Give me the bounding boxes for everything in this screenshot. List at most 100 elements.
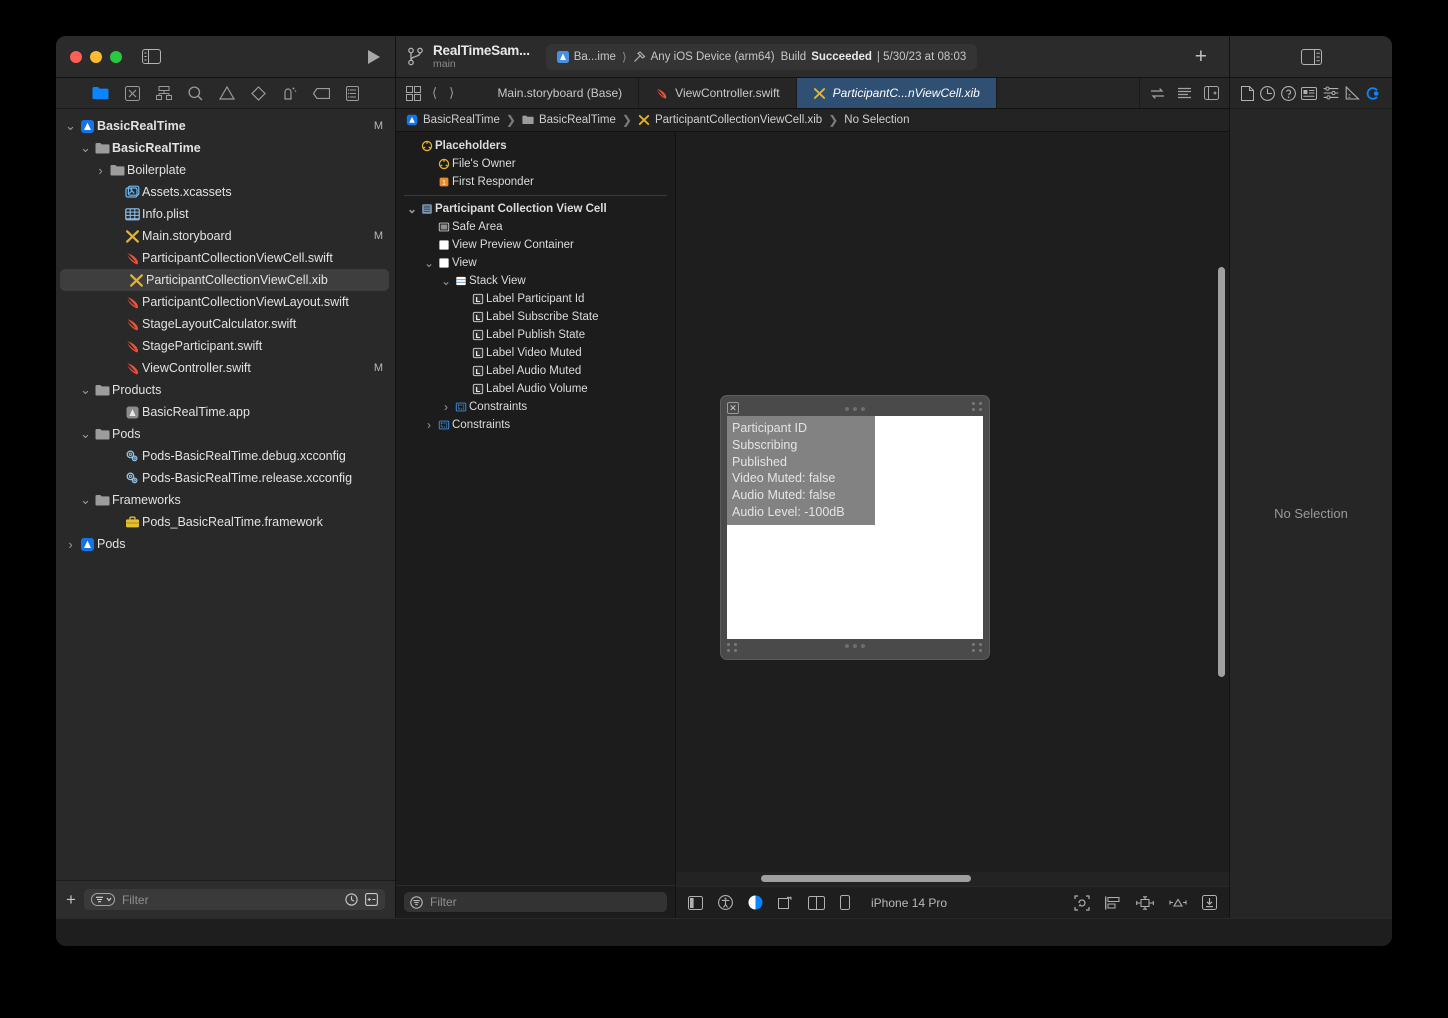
embed-in-icon[interactable] <box>1202 895 1217 910</box>
breadcrumb-item[interactable]: BasicRealTime <box>522 114 616 126</box>
resolve-issues-icon[interactable] <box>1169 896 1187 909</box>
file-tree-row[interactable]: ⌄Frameworks <box>56 489 395 511</box>
device-name-label[interactable]: iPhone 14 Pro <box>871 896 947 910</box>
debug-icon[interactable] <box>282 86 297 101</box>
chevron-down-icon[interactable]: ⌄ <box>406 206 418 213</box>
file-inspector-icon[interactable] <box>1241 86 1254 101</box>
drag-handle-dots-bottom[interactable] <box>845 644 865 648</box>
file-tree-row[interactable]: Pods-BasicRealTime.debug.xcconfig <box>56 445 395 467</box>
file-tree-row[interactable]: ›Pods <box>56 533 395 555</box>
assistant-editor-icon[interactable] <box>1150 87 1165 100</box>
identity-inspector-icon[interactable] <box>1301 87 1317 100</box>
traffic-lights[interactable] <box>70 51 122 63</box>
file-tree-row[interactable]: StageLayoutCalculator.swift <box>56 313 395 335</box>
chevron-down-icon[interactable]: ⌄ <box>79 496 92 504</box>
breadcrumb-item[interactable]: No Selection <box>844 114 909 126</box>
editor-tabs[interactable]: Main.storyboard (Base)ViewController.swi… <box>464 78 1139 108</box>
warning-icon[interactable] <box>219 86 235 100</box>
outline-row[interactable]: LLabel Participant Id <box>396 290 675 308</box>
forward-icon[interactable]: ⟩ <box>449 85 454 101</box>
editor-tab-active[interactable]: ParticipantC...nViewCell.xib <box>797 78 997 108</box>
show-view-as-icon[interactable] <box>688 896 703 910</box>
scheme-branch-block[interactable]: RealTimeSam... main <box>433 43 530 71</box>
breadcrumb-item[interactable]: BasicRealTime <box>406 114 500 126</box>
outline-row[interactable]: 1First Responder <box>396 173 675 191</box>
outline-row[interactable]: LLabel Publish State <box>396 326 675 344</box>
chevron-right-icon[interactable]: › <box>440 400 452 414</box>
scheme-selector[interactable]: Ba...ime <box>557 51 616 63</box>
editor-tab[interactable]: Main.storyboard (Base) <box>464 78 639 108</box>
accessibility-icon[interactable] <box>718 895 733 910</box>
outline-row[interactable]: ⌄Participant Collection View Cell <box>396 200 675 218</box>
test-icon[interactable] <box>251 86 266 101</box>
outline-row[interactable]: LLabel Audio Volume <box>396 380 675 398</box>
outline-row[interactable]: ›Constraints <box>396 398 675 416</box>
toggle-inspector-icon[interactable] <box>1301 49 1322 65</box>
outline-row[interactable]: File's Owner <box>396 155 675 173</box>
file-tree-row[interactable]: ⌄BasicRealTime <box>56 137 395 159</box>
minimize-window-button[interactable] <box>90 51 102 63</box>
outline-row[interactable]: ›Constraints <box>396 416 675 434</box>
filter-dropdown-icon[interactable] <box>91 893 115 906</box>
resize-handles-top-right[interactable] <box>972 402 983 411</box>
drag-handle-dots[interactable] <box>845 407 865 411</box>
outline-row[interactable]: LLabel Video Muted <box>396 344 675 362</box>
canvas-horizontal-scroll-track[interactable] <box>676 872 1229 886</box>
file-tree-row[interactable]: ParticipantCollectionViewCell.swift <box>56 247 395 269</box>
minimap-icon[interactable] <box>1177 87 1192 100</box>
resize-handles-bottom-left[interactable] <box>727 643 738 652</box>
add-file-button[interactable]: + <box>66 891 76 908</box>
add-assistant-editor-icon[interactable] <box>1204 86 1219 100</box>
navigator-filter-input[interactable]: Filter <box>84 889 385 910</box>
file-tree-row-selected[interactable]: ParticipantCollectionViewCell.xib <box>60 269 389 291</box>
chevron-right-icon[interactable]: › <box>423 418 435 432</box>
outline-row[interactable]: ⌄View <box>396 254 675 272</box>
editor-tab[interactable]: ViewController.swift <box>639 78 796 108</box>
file-tree-row[interactable]: BasicRealTime.app <box>56 401 395 423</box>
file-tree-row[interactable]: ⌄Products <box>56 379 395 401</box>
chevron-right-icon[interactable]: › <box>94 163 107 178</box>
document-outline-tree[interactable]: PlaceholdersFile's Owner1First Responder… <box>396 132 675 885</box>
chevron-down-icon[interactable]: ⌄ <box>440 278 452 285</box>
orientation-icon[interactable] <box>778 895 793 910</box>
folder-icon[interactable] <box>92 86 109 100</box>
resize-handles-bottom-right[interactable] <box>972 643 983 652</box>
file-tree-row[interactable]: Assets.xcassets <box>56 181 395 203</box>
size-inspector-icon[interactable] <box>1345 86 1360 100</box>
toggle-navigator-icon[interactable] <box>142 49 161 64</box>
outline-row[interactable]: LLabel Audio Muted <box>396 362 675 380</box>
file-tree-row[interactable]: StageParticipant.swift <box>56 335 395 357</box>
update-frames-icon[interactable] <box>1074 895 1090 911</box>
file-tree-row[interactable]: ⌄BasicRealTimeM <box>56 115 395 137</box>
breakpoint-icon[interactable] <box>313 88 330 99</box>
file-tree-row[interactable]: ⌄Pods <box>56 423 395 445</box>
outline-filter-input[interactable]: Filter <box>404 892 667 912</box>
file-tree-row[interactable]: ›Boilerplate <box>56 159 395 181</box>
report-icon[interactable] <box>346 86 359 101</box>
quick-help-icon[interactable] <box>1281 86 1296 101</box>
outline-row[interactable]: Safe Area <box>396 218 675 236</box>
file-tree-row[interactable]: ViewController.swiftM <box>56 357 395 379</box>
source-control-filter-icon[interactable] <box>365 893 378 906</box>
chevron-down-icon[interactable]: ⌄ <box>423 260 435 267</box>
file-tree-row[interactable]: Pods-BasicRealTime.release.xcconfig <box>56 467 395 489</box>
editor-grid-icon[interactable] <box>406 86 421 101</box>
connections-inspector-icon[interactable] <box>1366 86 1381 101</box>
interface-builder-canvas[interactable]: ✕ Participant IDSubscribingPublishedVide… <box>676 132 1229 872</box>
source-control-icon[interactable] <box>125 86 140 101</box>
outline-row[interactable]: Placeholders <box>396 137 675 155</box>
breadcrumb[interactable]: BasicRealTime❯BasicRealTime❯ParticipantC… <box>396 109 1229 132</box>
file-tree-row[interactable]: Info.plist <box>56 203 395 225</box>
recent-files-icon[interactable] <box>345 893 358 906</box>
appearance-toggle-icon[interactable] <box>748 895 763 910</box>
zoom-window-button[interactable] <box>110 51 122 63</box>
build-status-pill[interactable]: Ba...ime ⟩ Any iOS Device (arm64) Build … <box>546 44 977 70</box>
destination-selector[interactable]: Any iOS Device (arm64) <box>633 50 775 63</box>
chevron-down-icon[interactable]: ⌄ <box>79 430 92 438</box>
close-icon[interactable]: ✕ <box>727 402 739 414</box>
history-inspector-icon[interactable] <box>1260 86 1275 101</box>
file-tree-row[interactable]: ParticipantCollectionViewLayout.swift <box>56 291 395 313</box>
breadcrumb-item[interactable]: ParticipantCollectionViewCell.xib <box>638 114 822 126</box>
close-window-button[interactable] <box>70 51 82 63</box>
chevron-right-icon[interactable]: › <box>64 537 77 552</box>
